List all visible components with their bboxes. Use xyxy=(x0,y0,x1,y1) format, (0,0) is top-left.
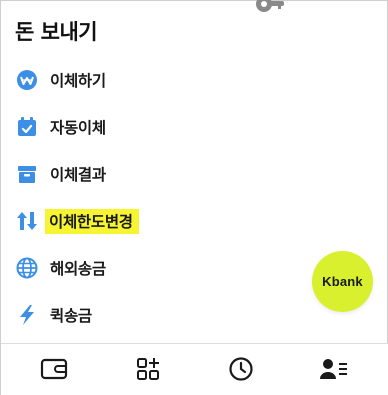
menu-item-label: 해외송금 xyxy=(50,260,106,278)
menu-item-auto-transfer[interactable]: 자동이체 xyxy=(1,105,301,149)
menu-item-label: 자동이체 xyxy=(50,119,106,137)
lightning-icon xyxy=(14,302,40,328)
bottom-nav xyxy=(1,343,388,395)
menu-item-transfer-limit[interactable]: 이체한도변경 xyxy=(1,199,301,243)
kbank-fab-button[interactable]: Kbank xyxy=(312,251,373,312)
up-down-arrows-icon xyxy=(14,208,40,234)
archive-box-icon xyxy=(14,161,40,187)
tab-wallet[interactable] xyxy=(39,356,69,386)
tab-services[interactable] xyxy=(133,356,163,386)
kbank-fab-label: Kbank xyxy=(322,274,363,289)
user-list-icon xyxy=(319,356,349,386)
menu-item-label: 이체결과 xyxy=(50,166,106,184)
won-circle-icon xyxy=(14,67,40,93)
menu-item-label: 이체한도변경 xyxy=(45,208,139,234)
menu-item-quick-transfer[interactable]: 퀵송금 xyxy=(1,293,301,337)
grid-plus-icon xyxy=(135,356,161,386)
menu-item-transfer[interactable]: 이체하기 xyxy=(1,58,301,102)
key-handle-icon xyxy=(253,0,289,15)
wallet-icon xyxy=(40,356,68,386)
app-screen: 돈 보내기 이체하기 자동이체 이체결과 이체한도변경 해외송금 퀵송금 Kba… xyxy=(0,0,388,395)
page-title: 돈 보내기 xyxy=(15,20,98,44)
clock-icon xyxy=(228,356,254,386)
globe-icon xyxy=(14,255,40,281)
menu-item-overseas-remittance[interactable]: 해외송금 xyxy=(1,246,301,290)
tab-history[interactable] xyxy=(226,356,256,386)
calendar-check-icon xyxy=(14,114,40,140)
menu-item-label: 퀵송금 xyxy=(50,307,92,325)
tab-my-account[interactable] xyxy=(319,356,349,386)
menu-item-label: 이체하기 xyxy=(50,72,106,90)
menu-item-transfer-result[interactable]: 이체결과 xyxy=(1,152,301,196)
